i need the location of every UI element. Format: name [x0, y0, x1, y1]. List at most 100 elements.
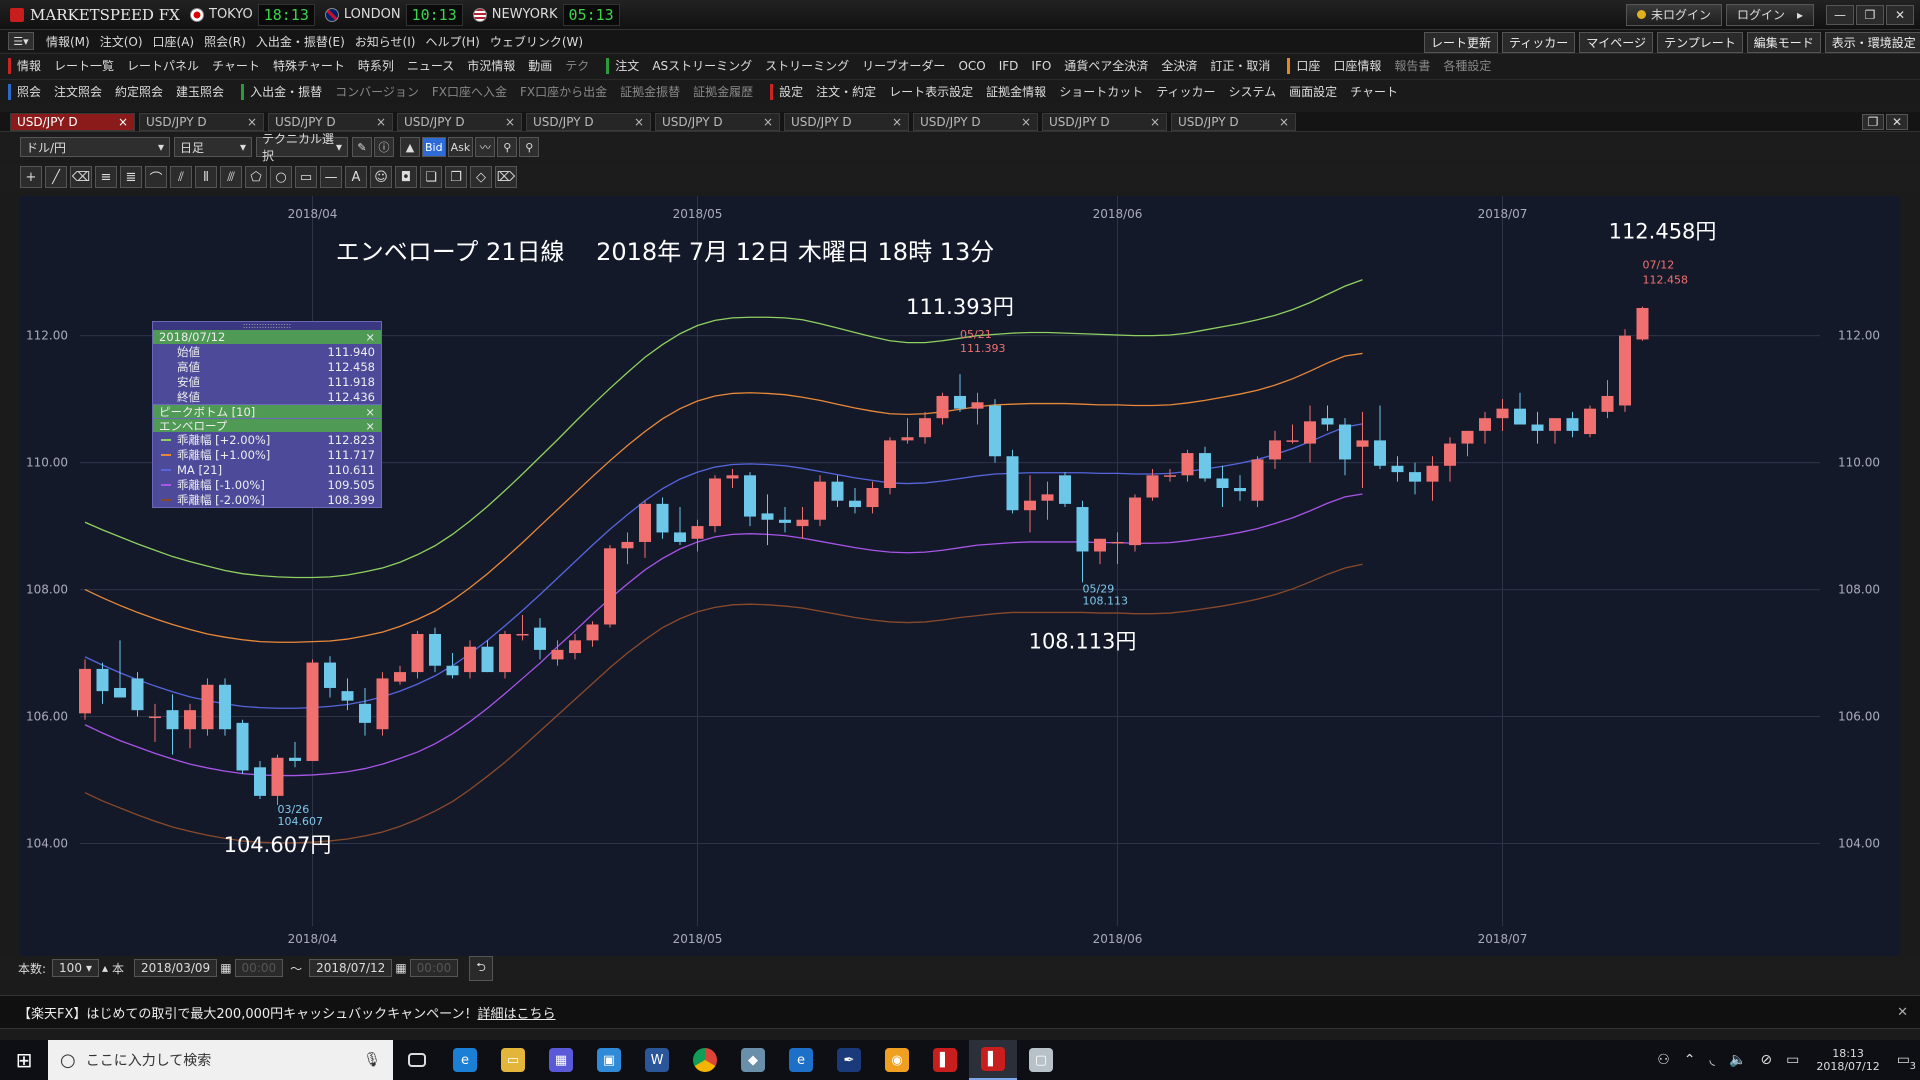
app-bird-icon[interactable]: ◆: [729, 1040, 777, 1080]
tab-usdjpy[interactable]: USD/JPY D ×: [139, 112, 264, 131]
tab-usdjpy[interactable]: USD/JPY D ×: [913, 112, 1038, 131]
chevron-up-icon[interactable]: ⌃: [1684, 1052, 1696, 1068]
rect-icon[interactable]: ▭: [295, 166, 317, 188]
close-icon[interactable]: ×: [365, 330, 375, 344]
tab-usdjpy[interactable]: USD/JPY D ×: [784, 112, 909, 131]
display-icon[interactable]: ▭: [1786, 1052, 1799, 1068]
menu-info[interactable]: 情報(M): [46, 33, 90, 50]
fan-icon[interactable]: ⫽: [170, 166, 192, 188]
indicator-icon[interactable]: 〰: [475, 137, 496, 157]
from-time-field[interactable]: 00:00: [234, 959, 284, 977]
menu-weblink[interactable]: ウェブリンク(W): [490, 33, 583, 50]
login-button[interactable]: ログイン ▸: [1726, 3, 1814, 26]
template-button[interactable]: テンプレート: [1657, 32, 1743, 53]
display-settings-button[interactable]: 表示・環境設定: [1824, 32, 1920, 53]
toolbar-news[interactable]: ニュース: [407, 57, 454, 74]
up-arrow-icon[interactable]: ▴: [102, 961, 108, 975]
tab-usdjpy[interactable]: USD/JPY D ×: [10, 112, 135, 131]
toolbar-conversion[interactable]: コンバージョン: [335, 83, 419, 100]
toolbar-rate-display-settings[interactable]: レート表示設定: [889, 83, 973, 100]
toolbar-position-inquiry[interactable]: 建玉照会: [176, 83, 224, 100]
rate-refresh-button[interactable]: レート更新: [1424, 32, 1499, 53]
marketspeed-fx-icon[interactable]: ▌: [969, 1040, 1017, 1080]
toolbar-as-streaming[interactable]: ASストリーミング: [652, 57, 752, 74]
toolbar-exec-inquiry[interactable]: 約定照会: [115, 83, 163, 100]
to-date-field[interactable]: 2018/07/12: [309, 959, 393, 977]
people-icon[interactable]: ⚇: [1657, 1052, 1670, 1068]
menu-help[interactable]: ヘルプ(H): [425, 33, 479, 50]
menu-inquiry[interactable]: 照会(R): [204, 33, 246, 50]
chrome-icon[interactable]: [681, 1040, 729, 1080]
tab-close-icon[interactable]: ×: [505, 115, 515, 129]
ticker-button[interactable]: ティッカー: [1502, 32, 1576, 53]
fib-icon[interactable]: ≣: [120, 166, 142, 188]
toolbar-report[interactable]: 報告書: [1394, 57, 1430, 74]
minimize-button[interactable]: —: [1826, 4, 1854, 25]
toolbar-system[interactable]: システム: [1228, 83, 1276, 100]
chart-area[interactable]: 104.00 104.00 106.00 106.00 108.00 108.00 110.…: [20, 196, 1900, 956]
icon-icon[interactable]: ☺: [370, 166, 392, 188]
calculator-icon[interactable]: ▦: [537, 1040, 585, 1080]
taskbar-search[interactable]: ○ ここに入力して検索 🎙: [48, 1040, 393, 1080]
menu-order[interactable]: 注文(O): [100, 33, 143, 50]
channel-icon[interactable]: ⫻: [220, 166, 242, 188]
eraser-icon[interactable]: ⌫: [70, 166, 92, 188]
tab-close-icon[interactable]: ×: [1150, 115, 1160, 129]
ask-button[interactable]: Ask: [447, 137, 474, 157]
pentagon-icon[interactable]: ⬠: [245, 166, 267, 188]
crosshair-icon[interactable]: +: [20, 166, 42, 188]
tab-close-icon[interactable]: ×: [1279, 115, 1289, 129]
hamburger-menu-icon[interactable]: ☰▾: [8, 32, 34, 50]
tab-usdjpy[interactable]: USD/JPY D ×: [1171, 112, 1296, 131]
clear-icon[interactable]: ⌦: [495, 166, 517, 188]
edge-icon[interactable]: e: [777, 1040, 825, 1080]
toolbar-settings[interactable]: 各種設定: [1443, 57, 1491, 74]
edit-mode-button[interactable]: 編集モード: [1746, 32, 1821, 53]
tab-usdjpy[interactable]: USD/JPY D ×: [397, 112, 522, 131]
reset-icon[interactable]: ⮌: [469, 955, 493, 981]
toolbar-margin-history[interactable]: 証拠金履歴: [693, 83, 753, 100]
toolbar-special-chart[interactable]: 特殊チャート: [273, 57, 345, 74]
camera-icon[interactable]: ◘: [395, 166, 417, 188]
no-entry-icon[interactable]: ⊘: [1760, 1052, 1772, 1068]
toolbar-rate-list[interactable]: レート一覧: [54, 57, 114, 74]
tab-close-icon[interactable]: ×: [763, 115, 773, 129]
paste-icon[interactable]: ❐: [445, 166, 467, 188]
ad-close-icon[interactable]: ✕: [1897, 1005, 1908, 1020]
toolbar-screen-settings[interactable]: 画面設定: [1289, 83, 1337, 100]
arc-icon[interactable]: ⌒: [145, 166, 167, 188]
tab-close-icon[interactable]: ×: [376, 115, 386, 129]
toolbar-fx-withdraw[interactable]: FX口座から出金: [520, 83, 607, 100]
word-icon[interactable]: W: [633, 1040, 681, 1080]
toolbar-account-info[interactable]: 口座情報: [1333, 57, 1381, 74]
ie-icon[interactable]: e: [441, 1040, 489, 1080]
tab-usdjpy[interactable]: USD/JPY D ×: [1042, 112, 1167, 131]
volume-icon[interactable]: 🔈: [1729, 1052, 1746, 1068]
window-close-icon[interactable]: ✕: [1886, 113, 1908, 130]
toolbar-streaming[interactable]: ストリーミング: [765, 57, 849, 74]
close-icon[interactable]: ×: [365, 405, 375, 419]
app-window-icon[interactable]: ▢: [1017, 1040, 1065, 1080]
window-restore-icon[interactable]: ❐: [1862, 113, 1884, 130]
calendar-icon[interactable]: ▦: [395, 961, 406, 975]
pen-icon[interactable]: ✎: [352, 137, 372, 157]
drag-handle[interactable]: ::::::::::::::::::: [153, 322, 381, 330]
toolbar-ifd[interactable]: IFD: [999, 59, 1019, 73]
to-time-field[interactable]: 00:00: [409, 959, 459, 977]
toolbar-chart-settings[interactable]: チャート: [1350, 83, 1398, 100]
copy-icon[interactable]: ❏: [420, 166, 442, 188]
tab-close-icon[interactable]: ×: [892, 115, 902, 129]
toolbar-order-inquiry[interactable]: 注文照会: [54, 83, 102, 100]
window-app-icon[interactable]: ▣: [585, 1040, 633, 1080]
zoom-out-icon[interactable]: ⚲: [497, 137, 518, 157]
login-status-button[interactable]: 未ログイン: [1625, 3, 1722, 26]
toolbar-video[interactable]: 動画: [528, 57, 552, 74]
ohlc-info-panel[interactable]: :::::::::::::::::: 2018/07/12 × 始値 111.940…: [152, 321, 382, 508]
app-orange-icon[interactable]: ◉: [873, 1040, 921, 1080]
toolbar-rate-panel[interactable]: レートパネル: [127, 57, 199, 74]
hline-icon[interactable]: —: [320, 166, 342, 188]
calendar-icon[interactable]: ▦: [220, 961, 231, 975]
toolbar-oco[interactable]: OCO: [958, 59, 985, 73]
notification-icon[interactable]: ▭ 3: [1897, 1052, 1916, 1072]
task-view-icon[interactable]: [393, 1040, 441, 1080]
